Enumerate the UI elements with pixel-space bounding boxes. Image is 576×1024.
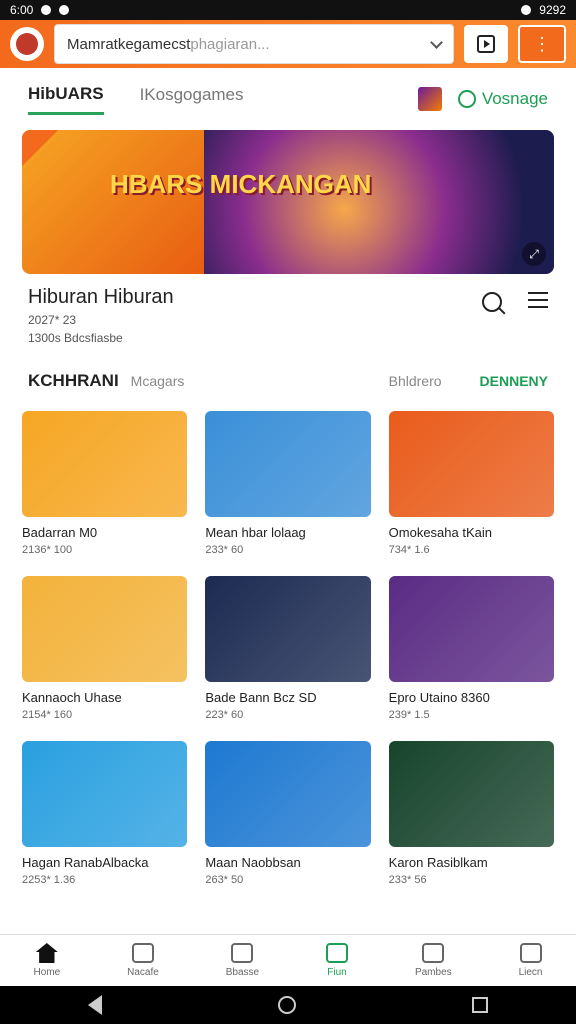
- notification-icon: [59, 5, 70, 15]
- mini-avatar-icon[interactable]: [417, 87, 442, 111]
- game-stat: 233* 56: [388, 874, 427, 886]
- featured-rating: 2027* 23: [28, 313, 77, 327]
- pambes-icon: [422, 943, 445, 963]
- nav-fiun[interactable]: Fiun: [326, 943, 349, 978]
- tab-bar: HibUARS IKosgogames Vosnage: [0, 68, 576, 130]
- fiun-icon: [326, 943, 349, 963]
- game-thumbnail: [22, 741, 188, 847]
- nacafe-icon: [131, 943, 154, 963]
- nav-label: Nacafe: [127, 967, 159, 978]
- nav-pambes[interactable]: Pambes: [415, 943, 452, 978]
- play-button[interactable]: [464, 25, 508, 63]
- search-icon[interactable]: [482, 292, 502, 312]
- game-stat: 2154* 160: [22, 709, 73, 721]
- menu-button[interactable]: ⋮: [518, 25, 566, 63]
- section-more-link[interactable]: DENNENY: [480, 373, 548, 389]
- recent-apps-icon[interactable]: [472, 997, 488, 1013]
- game-thumbnail: [22, 411, 188, 517]
- system-navigation: [0, 986, 576, 1024]
- nav-liecn[interactable]: Liecn: [518, 943, 543, 978]
- game-stat: 233* 60: [205, 544, 244, 556]
- profile-icon: [519, 943, 542, 963]
- nav-label: Pambes: [414, 967, 452, 978]
- nav-label: Liecn: [518, 967, 543, 978]
- battery-text: 9292: [539, 3, 566, 17]
- game-grid: Badarran M0 2136* 100 Mean hbar lolaag 233…: [0, 391, 576, 906]
- game-card[interactable]: Maan Naobbsan 263* 50: [205, 741, 371, 886]
- game-thumbnail: [388, 411, 554, 517]
- home-icon: [35, 943, 58, 963]
- game-stat: 263* 50: [205, 874, 244, 886]
- game-card[interactable]: Hagan RanabAlbacka 2253* 1.36: [22, 741, 188, 886]
- search-input[interactable]: Mamratkegamecstphagiaran...: [54, 24, 454, 64]
- avatar[interactable]: [10, 27, 44, 61]
- game-card[interactable]: Badarran M0 2136* 100: [22, 411, 188, 556]
- play-icon: [477, 35, 495, 53]
- game-name: Kannaoch Uhase: [22, 690, 122, 705]
- game-stat: 223* 60: [205, 709, 244, 721]
- expand-icon[interactable]: ⤢: [522, 242, 546, 266]
- back-icon[interactable]: [88, 995, 102, 1015]
- home-circle-icon[interactable]: [278, 996, 296, 1014]
- game-name: Omokesaha tKain: [388, 525, 492, 540]
- hero-title: HBARS MICKANGAN: [110, 169, 372, 199]
- corner-badge-icon: [22, 130, 58, 166]
- chevron-down-icon[interactable]: [430, 35, 443, 49]
- game-stat: 2253* 1.36: [22, 874, 76, 886]
- tab-vosnage-label: Vosnage: [481, 89, 548, 108]
- featured-downloads: 1300s Bdcsfiasbe: [28, 331, 123, 345]
- avatar-face-icon: [16, 33, 38, 55]
- game-name: Badarran M0: [22, 525, 98, 540]
- nav-label: Home: [33, 967, 61, 978]
- game-card[interactable]: Karon Rasiblkam 233* 56: [388, 741, 554, 886]
- game-name: Epro Utaino 8360: [388, 690, 490, 705]
- game-card[interactable]: Kannaoch Uhase 2154* 160: [22, 576, 188, 721]
- game-thumbnail: [22, 576, 188, 682]
- nav-bbasse[interactable]: Bbasse: [226, 943, 259, 978]
- game-card[interactable]: Bade Bann Bcz SD 223* 60: [205, 576, 371, 721]
- top-bar: Mamratkegamecstphagiaran... ⋮: [0, 20, 576, 68]
- game-thumbnail: [205, 411, 371, 517]
- game-stat: 239* 1.5: [388, 709, 430, 721]
- section-title: KCHHRANI: [28, 371, 119, 390]
- game-name: Bade Bann Bcz SD: [205, 690, 317, 705]
- game-name: Maan Naobbsan: [205, 855, 301, 870]
- game-thumbnail: [205, 576, 371, 682]
- list-icon[interactable]: [528, 292, 548, 308]
- game-stat: 734* 1.6: [388, 544, 430, 556]
- featured-title: Hiburan Hiburan: [28, 286, 174, 308]
- nav-label: Fiun: [327, 967, 347, 978]
- wifi-icon: [521, 5, 532, 15]
- section-filter[interactable]: Bhldrero: [389, 373, 442, 389]
- search-value: Mamratkegamecst: [67, 35, 191, 53]
- notification-icon: [41, 5, 52, 15]
- tab-vosnage[interactable]: Vosnage: [457, 89, 548, 109]
- featured-meta: Hiburan Hiburan 2027* 23 1300s Bdcsfiasb…: [0, 274, 576, 345]
- hero-right-image: [204, 130, 554, 274]
- section-subtitle: Mcagars: [130, 373, 185, 389]
- search-placeholder: phagiaran...: [190, 35, 270, 53]
- game-thumbnail: [205, 741, 371, 847]
- clock: 6:00: [10, 3, 34, 17]
- section-header: KCHHRANI Mcagars Bhldrero DENNENY: [0, 345, 576, 391]
- game-name: Mean hbar lolaag: [205, 525, 306, 540]
- game-thumbnail: [388, 741, 554, 847]
- nav-home[interactable]: Home: [33, 943, 60, 978]
- bottom-navigation: Home Nacafe Bbasse Fiun Pambes Liecn: [0, 934, 576, 986]
- game-name: Hagan RanabAlbacka: [22, 855, 149, 870]
- status-bar: 6:00 9292: [0, 0, 576, 20]
- tab-hibuars[interactable]: HibUARS: [28, 84, 104, 115]
- hero-banner[interactable]: HBARS MICKANGAN ⤢: [22, 130, 554, 274]
- game-thumbnail: [388, 576, 554, 682]
- check-icon: [457, 90, 476, 108]
- game-stat: 2136* 100: [22, 544, 73, 556]
- game-card[interactable]: Mean hbar lolaag 233* 60: [205, 411, 371, 556]
- game-card[interactable]: Omokesaha tKain 734* 1.6: [388, 411, 554, 556]
- tab-games[interactable]: IKosgogames: [140, 85, 244, 113]
- bbasse-icon: [231, 943, 254, 963]
- nav-label: Bbasse: [225, 967, 260, 978]
- nav-nacafe[interactable]: Nacafe: [127, 943, 159, 978]
- game-name: Karon Rasiblkam: [388, 855, 488, 870]
- game-card[interactable]: Epro Utaino 8360 239* 1.5: [388, 576, 554, 721]
